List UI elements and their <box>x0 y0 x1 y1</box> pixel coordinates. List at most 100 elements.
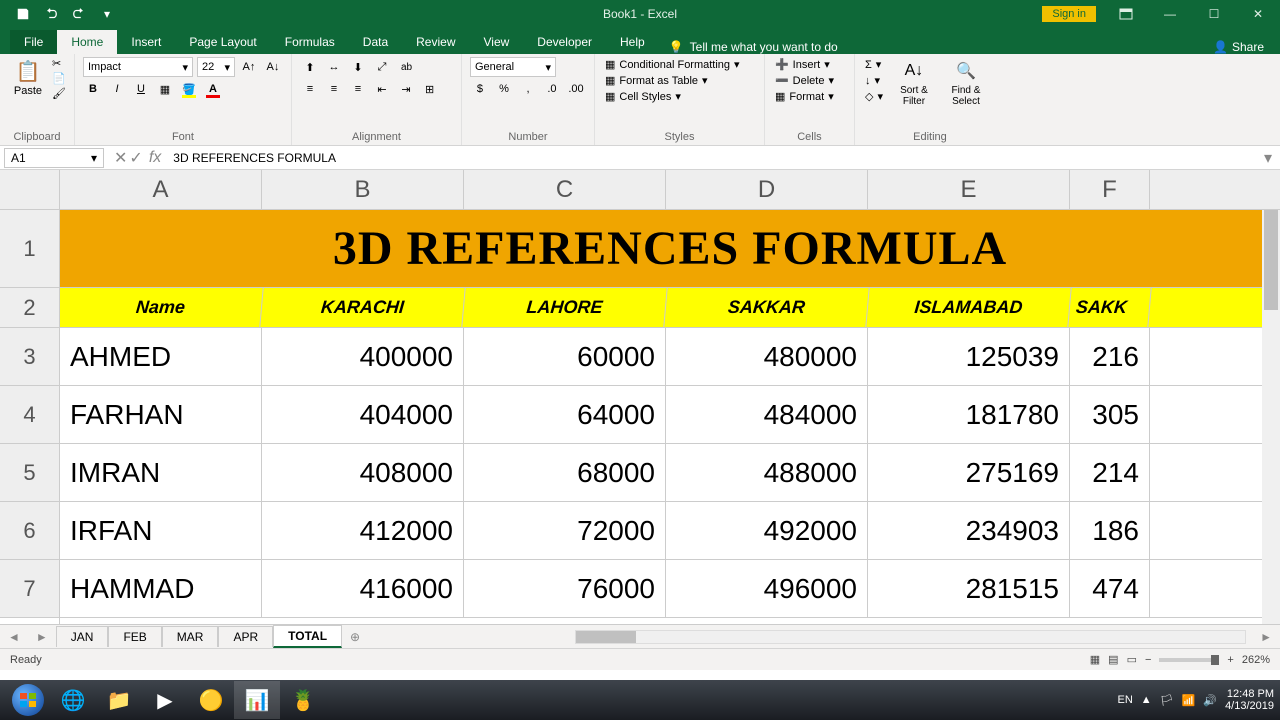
align-center-icon[interactable]: ≡ <box>324 79 344 99</box>
row-header[interactable]: 4 <box>0 386 59 444</box>
header-cell[interactable]: LAHORE <box>462 288 667 327</box>
tray-lang[interactable]: EN <box>1118 694 1133 706</box>
zoom-out-icon[interactable]: − <box>1145 654 1151 666</box>
cell[interactable]: HAMMAD <box>60 560 262 617</box>
cell[interactable]: 400000 <box>262 328 464 385</box>
tray-network-icon[interactable]: 📶 <box>1182 694 1196 707</box>
cell[interactable]: 76000 <box>464 560 666 617</box>
header-cell[interactable]: ISLAMABAD <box>866 288 1071 327</box>
cell[interactable]: 72000 <box>464 502 666 559</box>
align-middle-icon[interactable]: ↔ <box>324 57 344 77</box>
increase-indent-icon[interactable]: ⇥ <box>396 79 416 99</box>
cell[interactable]: 214 <box>1070 444 1150 501</box>
insert-cells-button[interactable]: ➕Insert▾ <box>773 57 846 72</box>
cancel-formula-icon[interactable]: ✕ <box>114 148 127 168</box>
sheet-title-cell[interactable]: 3D REFERENCES FORMULA <box>60 210 1280 287</box>
cell[interactable]: IMRAN <box>60 444 262 501</box>
fx-icon[interactable]: fx <box>149 149 161 167</box>
cell[interactable]: 480000 <box>666 328 868 385</box>
cell[interactable]: 408000 <box>262 444 464 501</box>
taskbar-explorer-icon[interactable]: 📁 <box>96 681 142 719</box>
col-header[interactable]: F <box>1070 170 1150 209</box>
row-header[interactable]: 5 <box>0 444 59 502</box>
font-color-button[interactable]: A <box>203 79 223 99</box>
cell[interactable]: 412000 <box>262 502 464 559</box>
underline-button[interactable]: U <box>131 79 151 99</box>
tray-up-icon[interactable]: ▲ <box>1141 694 1152 706</box>
row-header[interactable]: 7 <box>0 560 59 618</box>
tray-volume-icon[interactable]: 🔊 <box>1203 694 1217 707</box>
row-header[interactable]: 1 <box>0 210 59 288</box>
taskbar-excel-icon[interactable]: 📊 <box>234 681 280 719</box>
share-button[interactable]: 👤 Share <box>1213 40 1264 54</box>
vertical-scrollbar[interactable] <box>1262 210 1280 624</box>
increase-decimal-icon[interactable]: .0 <box>542 79 562 99</box>
tray-clock[interactable]: 12:48 PM 4/13/2019 <box>1225 688 1274 712</box>
cell-styles-button[interactable]: ▦Cell Styles▾ <box>603 89 756 104</box>
cell[interactable]: 64000 <box>464 386 666 443</box>
sheet-tab[interactable]: JAN <box>56 626 109 647</box>
format-cells-button[interactable]: ▦Format▾ <box>773 89 846 104</box>
autosum-button[interactable]: Σ▾ <box>863 57 885 72</box>
wrap-text-button[interactable]: ab <box>396 57 417 77</box>
tab-developer[interactable]: Developer <box>523 30 606 54</box>
row-header[interactable]: 3 <box>0 328 59 386</box>
tab-review[interactable]: Review <box>402 30 469 54</box>
row-header[interactable]: 2 <box>0 288 59 328</box>
sheet-nav-prev-icon[interactable]: ◄ <box>0 630 28 644</box>
cut-button[interactable]: ✂ <box>52 57 66 70</box>
border-button[interactable]: ▦ <box>155 79 175 99</box>
cell[interactable]: 125039 <box>868 328 1070 385</box>
cell[interactable]: 234903 <box>868 502 1070 559</box>
tab-formulas[interactable]: Formulas <box>271 30 349 54</box>
tell-me[interactable]: 💡 Tell me what you want to do <box>669 40 838 54</box>
cell[interactable]: 492000 <box>666 502 868 559</box>
close-icon[interactable]: ✕ <box>1236 0 1280 28</box>
minimize-icon[interactable]: — <box>1148 0 1192 28</box>
name-box[interactable]: A1▾ <box>4 148 104 168</box>
find-select-button[interactable]: 🔍 Find & Select <box>943 57 989 107</box>
header-cell[interactable]: SAKKAR <box>664 288 869 327</box>
sheet-nav-next-icon[interactable]: ► <box>28 630 56 644</box>
number-format-combo[interactable]: General▾ <box>470 57 556 77</box>
undo-icon[interactable] <box>38 4 64 24</box>
cell[interactable]: 496000 <box>666 560 868 617</box>
taskbar-mediaplayer-icon[interactable]: ▶ <box>142 681 188 719</box>
tab-home[interactable]: Home <box>57 30 117 54</box>
cell[interactable]: 474 <box>1070 560 1150 617</box>
cell[interactable]: 484000 <box>666 386 868 443</box>
decrease-font-icon[interactable]: A↓ <box>263 57 283 77</box>
scrollbar-thumb[interactable] <box>1264 210 1278 310</box>
align-left-icon[interactable]: ≡ <box>300 79 320 99</box>
tab-page-layout[interactable]: Page Layout <box>175 30 270 54</box>
sheet-tab[interactable]: FEB <box>108 626 161 647</box>
delete-cells-button[interactable]: ➖Delete▾ <box>773 73 846 88</box>
format-painter-button[interactable]: 🖌 <box>52 87 66 100</box>
scroll-right-icon[interactable]: ► <box>1252 630 1280 644</box>
horizontal-scrollbar[interactable] <box>575 630 1246 644</box>
cell[interactable]: 305 <box>1070 386 1150 443</box>
col-header[interactable]: E <box>868 170 1070 209</box>
select-all-corner[interactable] <box>0 170 59 210</box>
sheet-tab[interactable]: APR <box>218 626 273 647</box>
formula-bar[interactable]: 3D REFERENCES FORMULA <box>167 151 1256 165</box>
ribbon-options-icon[interactable] <box>1104 0 1148 28</box>
signin-button[interactable]: Sign in <box>1042 6 1096 22</box>
redo-icon[interactable] <box>66 4 92 24</box>
decrease-decimal-icon[interactable]: .00 <box>566 79 586 99</box>
save-icon[interactable] <box>10 4 36 24</box>
cell[interactable]: 488000 <box>666 444 868 501</box>
percent-icon[interactable]: % <box>494 79 514 99</box>
expand-formula-icon[interactable]: ▾ <box>1256 148 1280 168</box>
tab-insert[interactable]: Insert <box>117 30 175 54</box>
format-as-table-button[interactable]: ▦Format as Table▾ <box>603 73 756 88</box>
col-header[interactable]: C <box>464 170 666 209</box>
zoom-in-icon[interactable]: + <box>1227 654 1233 666</box>
cell[interactable]: 186 <box>1070 502 1150 559</box>
bold-button[interactable]: B <box>83 79 103 99</box>
enter-formula-icon[interactable]: ✓ <box>129 148 142 168</box>
font-size-combo[interactable]: 22▾ <box>197 57 235 77</box>
align-right-icon[interactable]: ≡ <box>348 79 368 99</box>
row-header[interactable]: 6 <box>0 502 59 560</box>
new-sheet-icon[interactable]: ⊕ <box>342 630 368 644</box>
